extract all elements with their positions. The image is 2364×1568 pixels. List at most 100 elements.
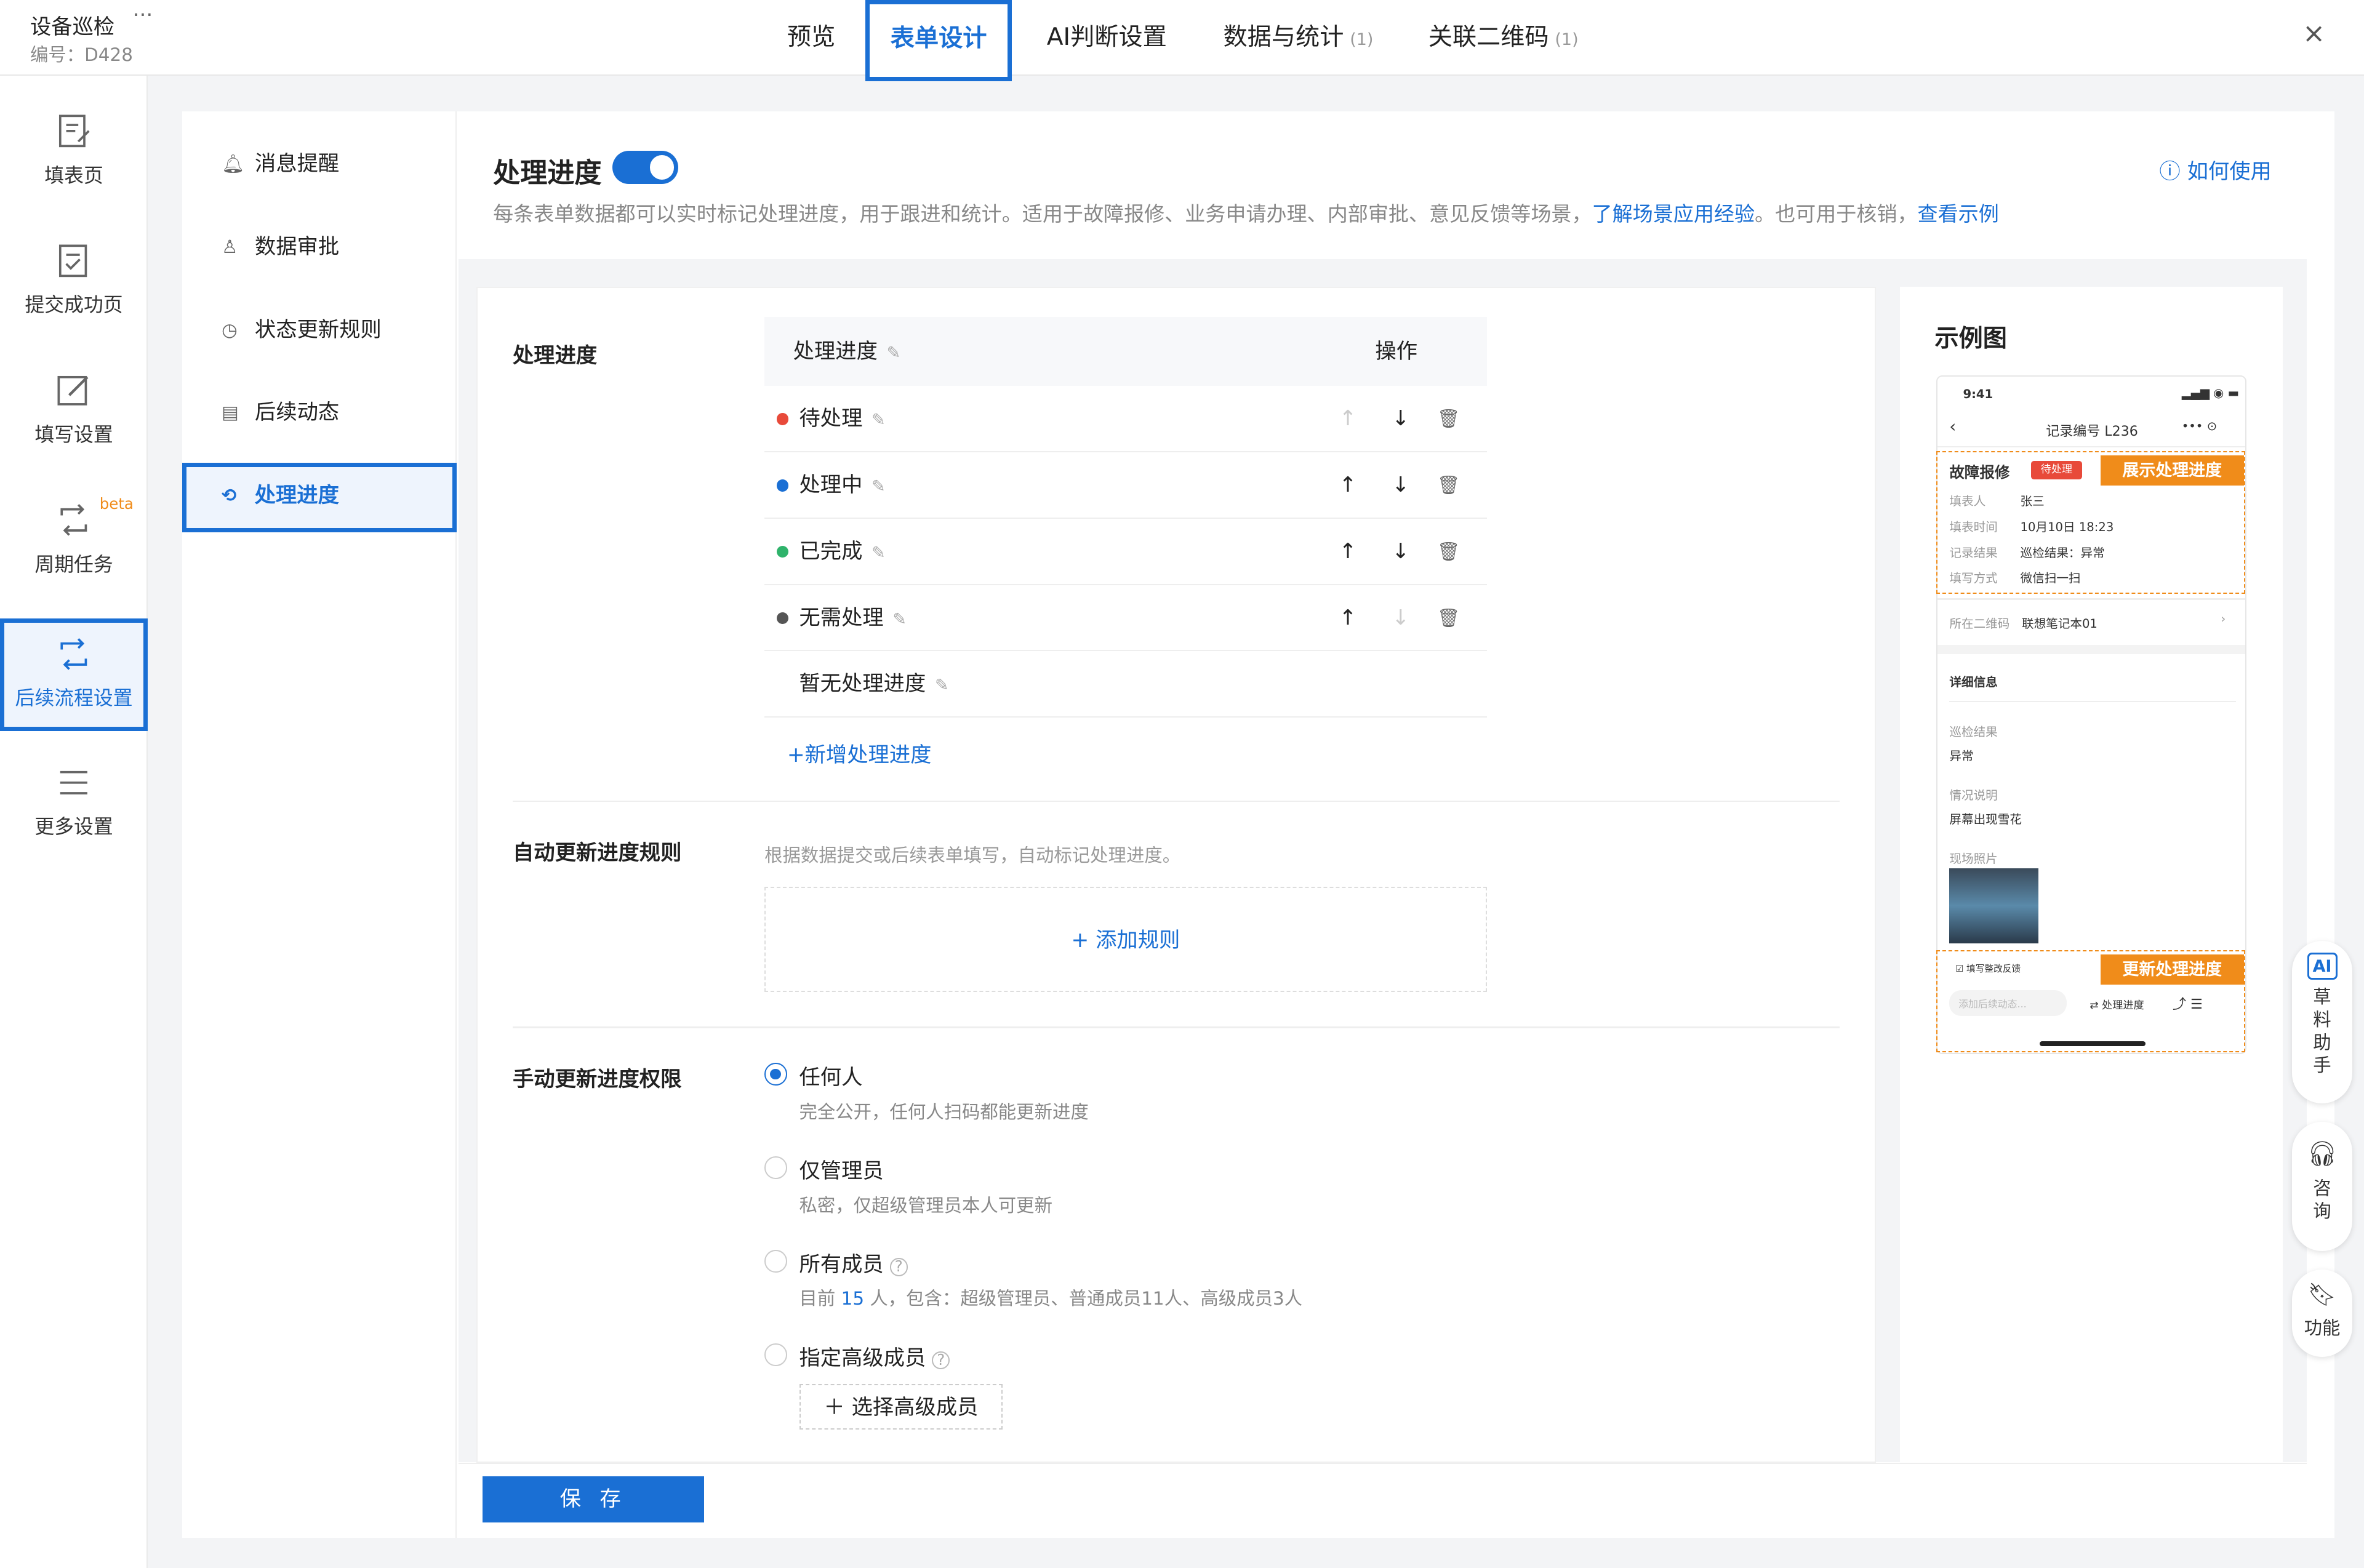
subnav-progress[interactable]: ⟲处理进度 <box>182 463 457 532</box>
timer-icon: ◷ <box>222 297 238 364</box>
bookmark-icon: 🔖︎ <box>2292 1281 2352 1308</box>
status-dot <box>777 546 789 558</box>
app-title: 设备巡检 <box>30 9 114 40</box>
radio-senior-members[interactable] <box>764 1343 787 1366</box>
status-dot <box>777 612 789 625</box>
status-dot <box>777 479 789 492</box>
table-row: 已完成✎ ↑ ↓ 🗑︎ <box>764 519 1487 585</box>
help-icon[interactable]: ? <box>890 1258 908 1276</box>
back-icon: ‹ <box>1949 417 1956 436</box>
tab-data-stats[interactable]: 数据与统计(1) <box>1216 0 1382 76</box>
form-check-icon <box>54 241 94 281</box>
nav-more-settings[interactable]: 更多设置 <box>0 763 148 884</box>
manual-permission-label: 手动更新进度权限 <box>513 1062 681 1092</box>
table-row: 待处理✎ ↑ ↓ 🗑︎ <box>764 386 1487 452</box>
auto-rules-label: 自动更新进度规则 <box>513 835 681 866</box>
trash-icon[interactable]: 🗑︎ <box>1437 585 1460 652</box>
page-title: 处理进度 <box>493 151 601 190</box>
tab-qrcode[interactable]: 关联二维码(1) <box>1420 0 1587 76</box>
signal-icon: ▂▄▆ ◉ ▬ <box>2182 386 2239 400</box>
tab-ai-settings[interactable]: AI判断设置 <box>1035 0 1179 76</box>
tab-preview[interactable]: 预览 <box>769 0 854 76</box>
tab-form-design[interactable]: 表单设计 <box>865 0 1012 81</box>
trash-icon[interactable]: 🗑︎ <box>1437 452 1460 519</box>
nav-followup-flow[interactable]: 后续流程设置 <box>0 618 148 732</box>
trash-icon[interactable]: 🗑︎ <box>1437 519 1460 585</box>
cycle-icon <box>54 500 94 540</box>
ai-assistant-button[interactable]: AI 草料助手 <box>2292 941 2352 1104</box>
subnav-followup-dynamics[interactable]: ▤后续动态 <box>182 380 457 446</box>
radio-admin-only[interactable] <box>764 1156 787 1179</box>
help-circle-icon: ⓘ <box>2159 159 2187 184</box>
pencil-icon[interactable]: ✎ <box>871 543 886 562</box>
subnav-status-rules[interactable]: ◷状态更新规则 <box>182 297 457 364</box>
pencil-icon[interactable]: ✎ <box>887 343 901 362</box>
pencil-icon[interactable]: ✎ <box>892 610 907 629</box>
help-icon[interactable]: ? <box>932 1351 950 1369</box>
page-description: 每条表单数据都可以实时标记处理进度，用于跟进和统计。适用于故障报修、业务申请办理… <box>493 198 1999 227</box>
stamp-icon: ♙ <box>222 214 238 281</box>
close-icon[interactable]: × <box>2302 18 2325 49</box>
pencil-icon[interactable]: ✎ <box>871 410 886 430</box>
subnav-data-approval[interactable]: ♙数据审批 <box>182 214 457 281</box>
more-icon: ••• ⊙ <box>2182 419 2217 433</box>
radio-anyone[interactable] <box>764 1063 787 1086</box>
left-nav: 填表页 提交成功页 填写设置 beta 周期任务 后续流程设置 更多设置 <box>0 76 148 1568</box>
arrow-up-icon[interactable]: ↑ <box>1339 452 1357 519</box>
app-code: 编号：D428 <box>30 41 133 66</box>
add-progress-link[interactable]: +新增处理进度 <box>787 737 932 768</box>
arrow-down-icon: ↓ <box>1392 585 1409 652</box>
more-icon[interactable]: ··· <box>133 3 153 28</box>
select-senior-members-button[interactable]: ＋ 选择高级成员 <box>799 1384 1003 1430</box>
table-row: 处理中✎ ↑ ↓ 🗑︎ <box>764 452 1487 519</box>
consult-button[interactable]: 🎧︎ 咨询 <box>2292 1122 2352 1252</box>
doc-icon: ▤ <box>222 380 239 446</box>
divider <box>513 801 1840 802</box>
headset-icon: 🎧︎ <box>2292 1140 2352 1168</box>
sub-nav: 🔔︎消息提醒 ♙数据审批 ◷状态更新规则 ▤后续动态 ⟲处理进度 <box>182 111 457 1538</box>
add-rule-box[interactable]: + 添加规则 <box>764 887 1487 993</box>
progress-section-label: 处理进度 <box>513 338 597 369</box>
auto-rules-hint: 根据数据提交或后续表单填写，自动标记处理进度。 <box>764 841 1180 867</box>
progress-toggle[interactable] <box>612 151 679 184</box>
divider <box>513 1026 1840 1028</box>
nav-success-page[interactable]: 提交成功页 <box>0 241 148 362</box>
nav-periodic-task[interactable]: beta 周期任务 <box>0 500 148 621</box>
plus-icon: ＋ <box>823 1395 851 1420</box>
save-bar <box>459 1463 2307 1538</box>
table-row: 暂无处理进度✎ <box>764 651 1487 718</box>
save-button[interactable]: 保 存 <box>483 1476 704 1523</box>
example-link[interactable]: 查看示例 <box>1918 202 1999 226</box>
pencil-icon[interactable]: ✎ <box>871 477 886 496</box>
nav-fill-settings[interactable]: 填写设置 <box>0 371 148 492</box>
add-rule-button[interactable]: + 添加规则 <box>766 888 1486 994</box>
cycle-icon <box>54 634 94 674</box>
subnav-message-reminder[interactable]: 🔔︎消息提醒 <box>182 131 457 198</box>
edit-square-icon <box>54 371 94 410</box>
radio-all-members[interactable] <box>764 1250 787 1273</box>
menu-icon <box>54 763 94 802</box>
bell-icon: 🔔︎ <box>222 131 244 198</box>
pencil-icon[interactable]: ✎ <box>935 676 949 695</box>
chevron-right-icon: › <box>2221 612 2226 626</box>
trash-icon[interactable]: 🗑︎ <box>1437 386 1460 452</box>
table-row: 无需处理✎ ↑ ↓ 🗑︎ <box>764 585 1487 652</box>
function-button[interactable]: 🔖︎ 功能 <box>2292 1270 2352 1357</box>
ai-icon: AI <box>2307 953 2338 980</box>
top-bar: 设备巡检 ··· 编号：D428 预览 表单设计 AI判断设置 数据与统计(1)… <box>0 0 2364 76</box>
nav-fill-page[interactable]: 填表页 <box>0 111 148 232</box>
form-edit-icon <box>54 111 94 151</box>
arrow-down-icon[interactable]: ↓ <box>1392 452 1409 519</box>
arrow-down-icon[interactable]: ↓ <box>1392 519 1409 585</box>
beta-badge: beta <box>100 495 134 513</box>
site-photo <box>1949 868 2038 944</box>
status-dot <box>777 413 789 425</box>
table-header: 处理进度✎ 操作 <box>764 317 1487 386</box>
arrow-up-icon: ↑ <box>1339 386 1357 452</box>
progress-table: 处理进度✎ 操作 待处理✎ ↑ ↓ 🗑︎ 处理中✎ ↑ ↓ 🗑︎ 已完成✎ ↑ … <box>764 317 1487 718</box>
arrow-up-icon[interactable]: ↑ <box>1339 519 1357 585</box>
how-to-use-link[interactable]: ⓘ 如何使用 <box>2159 154 2271 185</box>
scenario-link[interactable]: 了解场景应用经验 <box>1592 202 1755 226</box>
arrow-down-icon[interactable]: ↓ <box>1392 386 1409 452</box>
arrow-up-icon[interactable]: ↑ <box>1339 585 1357 652</box>
